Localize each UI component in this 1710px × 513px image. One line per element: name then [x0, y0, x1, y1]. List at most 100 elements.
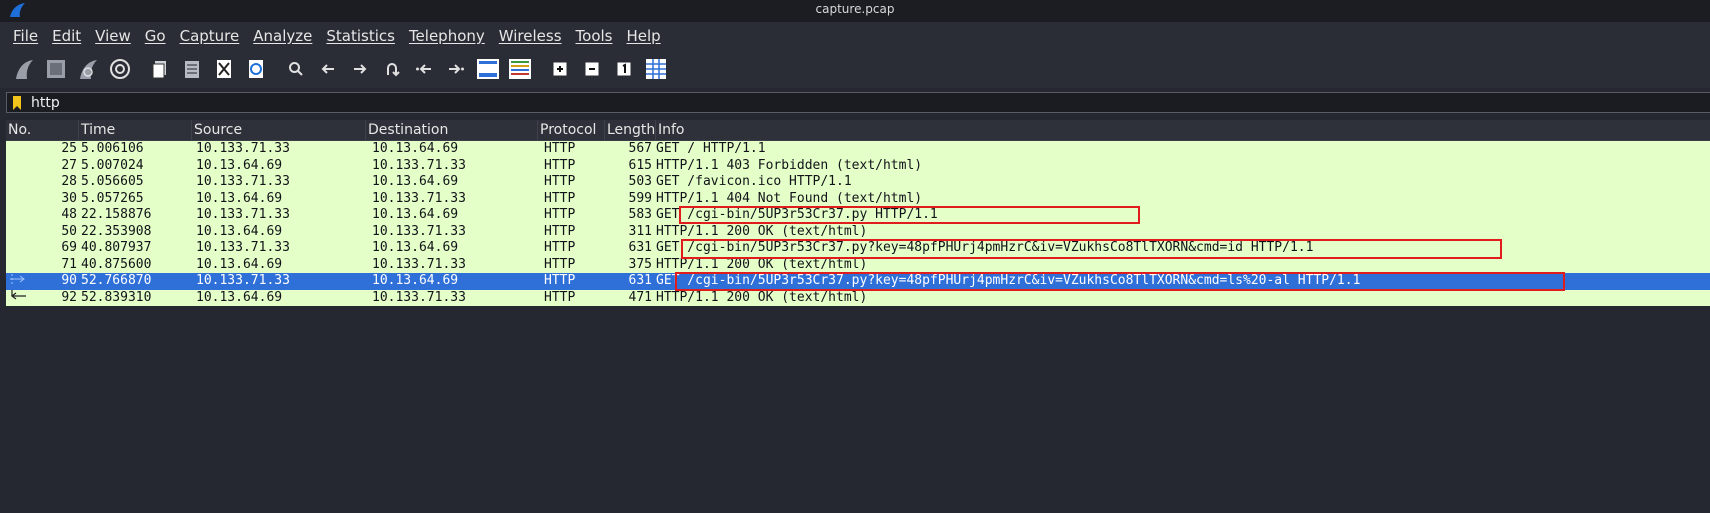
packet-protocol: HTTP: [544, 207, 576, 222]
packet-number: 92: [61, 289, 77, 305]
menu-bar: File Edit View Go Capture Analyze Statis…: [0, 22, 1710, 50]
last-packet-icon[interactable]: [442, 55, 470, 83]
menu-view[interactable]: View: [95, 27, 131, 45]
zoom-in-icon[interactable]: [546, 55, 574, 83]
menu-file[interactable]: File: [13, 27, 38, 45]
packet-source: 10.133.71.33: [196, 174, 290, 189]
zoom-out-icon[interactable]: [578, 55, 606, 83]
column-header-protocol[interactable]: Protocol: [538, 119, 605, 141]
packet-time: 52.839310: [81, 289, 152, 305]
menu-go[interactable]: Go: [145, 27, 166, 45]
go-back-icon[interactable]: [314, 55, 342, 83]
title-bar: capture.pcap: [0, 0, 1710, 22]
save-file-icon[interactable]: [178, 55, 206, 83]
packet-destination: 10.133.71.33: [372, 223, 466, 239]
packet-length: 311: [628, 223, 652, 239]
menu-help[interactable]: Help: [626, 27, 660, 45]
menu-telephony[interactable]: Telephony: [409, 27, 485, 45]
packet-source: 10.133.71.33: [196, 141, 290, 156]
column-header-source[interactable]: Source: [192, 119, 366, 141]
column-header-destination[interactable]: Destination: [366, 119, 538, 141]
packet-length: 631: [628, 273, 652, 288]
packet-destination: 10.13.64.69: [372, 240, 459, 255]
packet-info: GET /cgi-bin/5UP3r53Cr37.py?key=48pfPHUr…: [656, 273, 1361, 288]
packet-destination: 10.133.71.33: [372, 256, 466, 272]
packet-info: GET /cgi-bin/5UP3r53Cr37.py HTTP/1.1: [656, 207, 938, 222]
menu-tools[interactable]: Tools: [576, 27, 613, 45]
column-header-info[interactable]: Info: [656, 120, 1710, 141]
stop-capture-icon[interactable]: [42, 55, 70, 83]
display-filter-bar: [6, 92, 1710, 113]
packet-rows: 25 5.006106 10.133.71.33 10.13.64.69 HTT…: [6, 141, 1710, 306]
packet-row[interactable]: 30 5.057265 10.13.64.69 10.133.71.33 HTT…: [6, 190, 1710, 207]
column-header-no[interactable]: No.: [6, 119, 79, 141]
colorize-icon[interactable]: [506, 55, 534, 83]
packet-row[interactable]: 25 5.006106 10.133.71.33 10.13.64.69 HTT…: [6, 141, 1710, 158]
packet-length: 599: [628, 190, 652, 206]
reload-file-icon[interactable]: [242, 55, 270, 83]
packet-time: 52.766870: [81, 273, 152, 288]
window-title: capture.pcap: [815, 2, 895, 16]
packet-source: 10.13.64.69: [196, 256, 283, 272]
packet-row[interactable]: 69 40.807937 10.133.71.33 10.13.64.69 HT…: [6, 240, 1710, 257]
start-capture-icon[interactable]: [10, 55, 38, 83]
packet-info: HTTP/1.1 200 OK (text/html): [656, 256, 868, 272]
open-file-icon[interactable]: [146, 55, 174, 83]
packet-row[interactable]: 28 5.056605 10.133.71.33 10.13.64.69 HTT…: [6, 174, 1710, 191]
packet-source: 10.133.71.33: [196, 273, 290, 288]
packet-source: 10.13.64.69: [196, 223, 283, 239]
display-filter-input[interactable]: [31, 94, 1631, 111]
packet-time: 5.057265: [81, 190, 144, 206]
resize-columns-icon[interactable]: [642, 55, 670, 83]
packet-info: GET /favicon.ico HTTP/1.1: [656, 174, 852, 189]
find-packet-icon[interactable]: [282, 55, 310, 83]
auto-scroll-icon[interactable]: [474, 55, 502, 83]
go-forward-icon[interactable]: [346, 55, 374, 83]
packet-destination: 10.13.64.69: [372, 141, 459, 156]
packet-time: 22.353908: [81, 223, 152, 239]
menu-capture[interactable]: Capture: [180, 27, 240, 45]
packet-source: 10.13.64.69: [196, 190, 283, 206]
packet-info: HTTP/1.1 403 Forbidden (text/html): [656, 157, 923, 173]
column-header-length[interactable]: Length: [605, 119, 656, 141]
packet-source: 10.133.71.33: [196, 207, 290, 222]
packet-row[interactable]: 50 22.353908 10.13.64.69 10.133.71.33 HT…: [6, 223, 1710, 240]
normal-size-icon[interactable]: [610, 55, 638, 83]
packet-protocol: HTTP: [544, 289, 576, 305]
packet-number: 27: [61, 157, 77, 173]
packet-destination: 10.133.71.33: [372, 190, 466, 206]
packet-row-selected[interactable]: 90 52.766870 10.133.71.33 10.13.64.69 HT…: [6, 273, 1710, 290]
menu-edit[interactable]: Edit: [52, 27, 81, 45]
packet-source: 10.13.64.69: [196, 289, 283, 305]
capture-options-icon[interactable]: [106, 55, 134, 83]
packet-length: 503: [628, 174, 652, 189]
packet-protocol: HTTP: [544, 174, 576, 189]
packet-length: 567: [628, 141, 652, 156]
filter-bookmark-icon[interactable]: [9, 93, 25, 112]
packet-destination: 10.133.71.33: [372, 289, 466, 305]
packet-protocol: HTTP: [544, 240, 576, 255]
packet-length: 631: [628, 240, 652, 255]
packet-row[interactable]: 92 52.839310 10.13.64.69 10.133.71.33 HT…: [6, 289, 1710, 306]
packet-row[interactable]: 27 5.007024 10.13.64.69 10.133.71.33 HTT…: [6, 157, 1710, 174]
packet-row[interactable]: 48 22.158876 10.133.71.33 10.13.64.69 HT…: [6, 207, 1710, 224]
menu-wireless[interactable]: Wireless: [499, 27, 562, 45]
packet-protocol: HTTP: [544, 190, 576, 206]
first-packet-icon[interactable]: [410, 55, 438, 83]
packet-row[interactable]: 71 40.875600 10.13.64.69 10.133.71.33 HT…: [6, 256, 1710, 273]
packet-protocol: HTTP: [544, 256, 576, 272]
packet-info: GET / HTTP/1.1: [656, 141, 766, 156]
restart-capture-icon[interactable]: [74, 55, 102, 83]
packet-info: GET /cgi-bin/5UP3r53Cr37.py?key=48pfPHUr…: [656, 240, 1314, 255]
related-request-arrow-icon: [9, 273, 27, 290]
close-file-icon[interactable]: [210, 55, 238, 83]
column-header-time[interactable]: Time: [79, 119, 192, 141]
go-to-packet-icon[interactable]: [378, 55, 406, 83]
packet-destination: 10.133.71.33: [372, 157, 466, 173]
packet-time: 40.807937: [81, 240, 152, 255]
packet-time: 5.056605: [81, 174, 144, 189]
packet-protocol: HTTP: [544, 273, 576, 288]
menu-statistics[interactable]: Statistics: [326, 27, 395, 45]
menu-analyze[interactable]: Analyze: [253, 27, 312, 45]
packet-destination: 10.13.64.69: [372, 174, 459, 189]
